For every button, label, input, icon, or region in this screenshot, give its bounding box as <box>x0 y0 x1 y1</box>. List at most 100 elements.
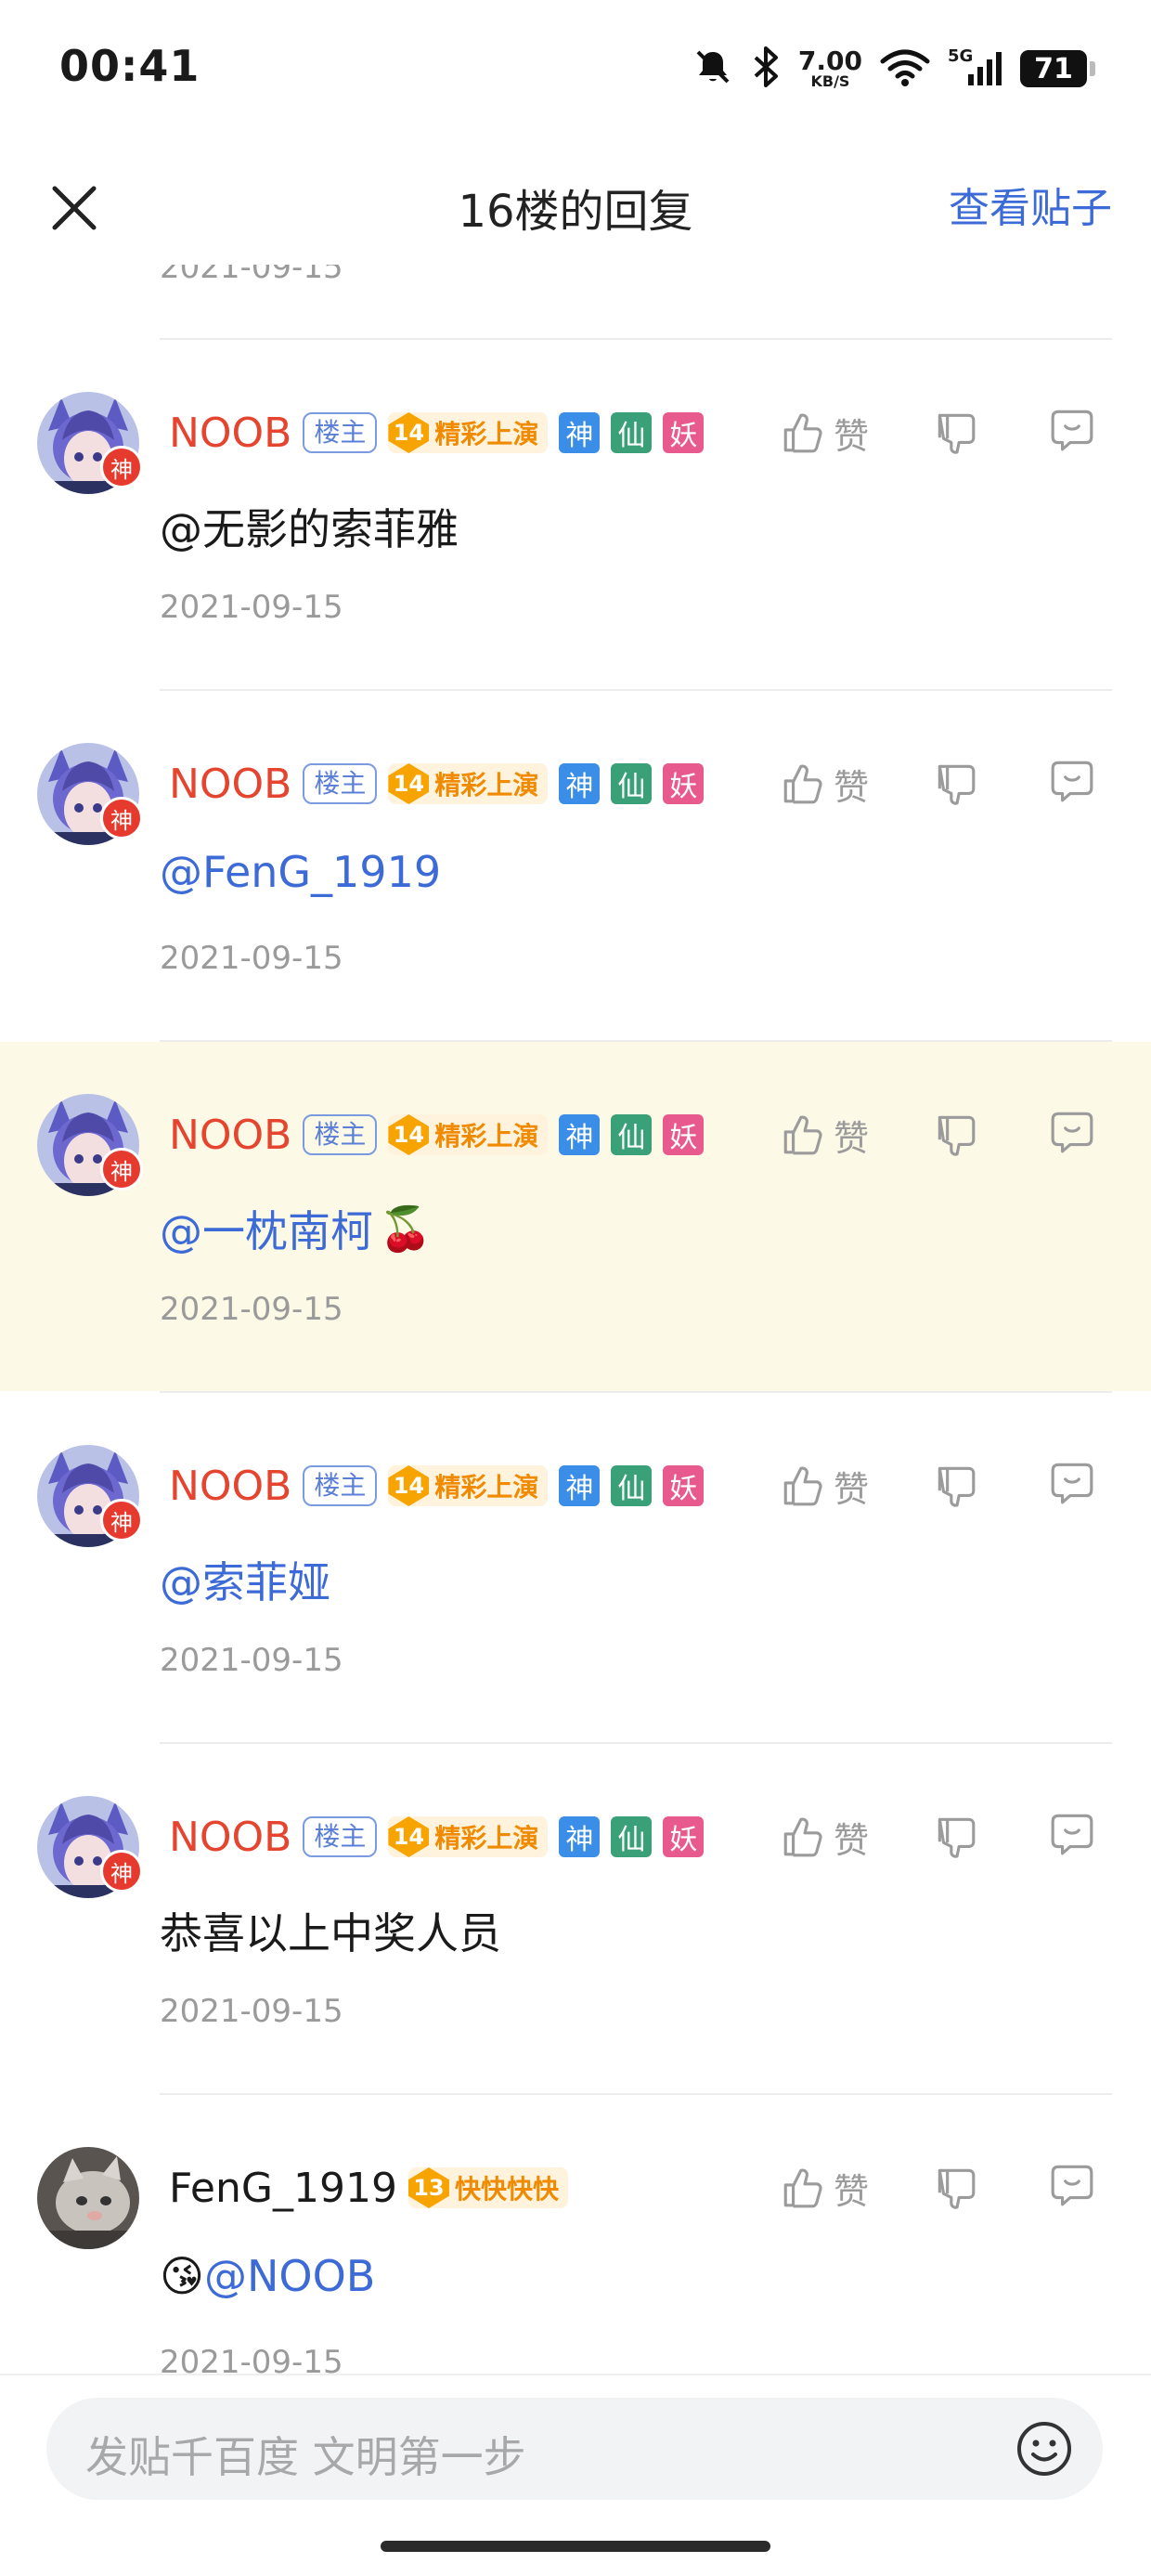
level-badge: 14 精彩上演 <box>388 1465 549 1506</box>
reply-content: 😘 @NOOB <box>160 2251 375 2301</box>
thumbs-down-icon <box>932 1463 978 1509</box>
reply-date: 2021-09-15 <box>160 1642 343 1679</box>
reply-item[interactable]: 神 NOOB 楼主 14 精彩上演 神 仙 妖 赞 @无影的索菲雅 2021-09… <box>0 340 1151 689</box>
thumbs-up-icon <box>780 410 826 456</box>
tag-xian: 仙 <box>611 1114 653 1155</box>
tag-yao: 妖 <box>663 763 705 804</box>
thumbs-down-icon <box>932 410 978 456</box>
username[interactable]: NOOB <box>169 1463 291 1510</box>
reply-date: 2021-09-15 <box>160 940 343 977</box>
username[interactable]: NOOB <box>169 1814 291 1861</box>
comment-icon <box>1049 1459 1095 1505</box>
louzhu-badge: 楼主 <box>303 1816 378 1857</box>
tag-yao: 妖 <box>663 1816 705 1857</box>
level-badge: 13 快快快快 <box>407 2167 568 2208</box>
avatar-badge: 神 <box>100 1148 143 1190</box>
reply-feed[interactable]: 2021-09-15 神 NOOB 楼主 14 精彩上演 神 仙 妖 赞 @无影的… <box>0 0 1151 2377</box>
thumbs-down-icon <box>932 2165 978 2211</box>
dislike-button[interactable] <box>932 405 978 461</box>
level-badge: 14 精彩上演 <box>388 412 549 453</box>
thumbs-down-icon <box>932 761 978 807</box>
user-line: NOOB 楼主 14 精彩上演 神 仙 妖 <box>169 405 705 461</box>
reply-button[interactable] <box>1049 2156 1095 2212</box>
louzhu-badge: 楼主 <box>303 1465 378 1506</box>
thumbs-down-icon <box>932 1112 978 1158</box>
like-button[interactable]: 赞 <box>780 1107 869 1163</box>
reply-button[interactable] <box>1049 752 1095 808</box>
dislike-button[interactable] <box>932 756 978 812</box>
like-button[interactable]: 赞 <box>780 2160 869 2216</box>
reply-item[interactable]: 神 NOOB 楼主 14 精彩上演 神 仙 妖 赞 恭喜以上中奖人员 2021-0… <box>0 1744 1151 2093</box>
post-input[interactable]: 发贴千百度 文明第一步 <box>46 2398 1103 2500</box>
mention-link[interactable]: @一枕南柯 <box>160 1198 373 1259</box>
tag-xian: 仙 <box>611 412 653 453</box>
like-button[interactable]: 赞 <box>780 756 869 812</box>
emoji-button[interactable] <box>1014 2418 1075 2479</box>
thumbs-up-icon <box>780 1112 826 1158</box>
like-button[interactable]: 赞 <box>780 405 869 461</box>
louzhu-badge: 楼主 <box>303 763 378 804</box>
user-line: NOOB 楼主 14 精彩上演 神 仙 妖 <box>169 1107 705 1163</box>
reply-date: 2021-09-15 <box>160 1291 343 1328</box>
tag-shen: 神 <box>559 1114 601 1155</box>
tag-yao: 妖 <box>663 1465 705 1506</box>
reply-button[interactable] <box>1049 1805 1095 1861</box>
thumbs-up-icon <box>780 2165 826 2211</box>
mention-link[interactable]: @NOOB <box>204 2251 375 2301</box>
dislike-button[interactable] <box>932 1809 978 1865</box>
reply-item-highlighted[interactable]: 神 NOOB 楼主 14 精彩上演 神 仙 妖 赞 @一枕南柯 🍒 2021-09-… <box>0 1042 1151 1391</box>
reply-content: 恭喜以上中奖人员 <box>160 1908 501 1958</box>
mention-link[interactable]: @索菲娅 <box>160 1549 330 1610</box>
comment-icon <box>1049 1810 1095 1856</box>
reply-date: 2021-09-15 <box>160 589 343 626</box>
avatar-badge: 神 <box>100 1499 143 1542</box>
reply-content: @索菲娅 <box>160 1549 330 1610</box>
post-input-placeholder: 发贴千百度 文明第一步 <box>85 2432 526 2482</box>
reply-item[interactable]: 神 NOOB 楼主 14 精彩上演 神 仙 妖 赞 @索菲娅 2021-09-15 <box>0 1393 1151 1742</box>
tag-xian: 仙 <box>611 1465 653 1506</box>
user-line: NOOB 楼主 14 精彩上演 神 仙 妖 <box>169 1458 705 1514</box>
tag-yao: 妖 <box>663 412 705 453</box>
reply-button[interactable] <box>1049 401 1095 457</box>
thumbs-up-icon <box>780 761 826 807</box>
bottom-bar: 发贴千百度 文明第一步 <box>0 2374 1151 2576</box>
tag-shen: 神 <box>559 1816 601 1857</box>
view-post-link[interactable]: 查看贴子 <box>949 175 1112 234</box>
username[interactable]: NOOB <box>169 761 291 808</box>
level-badge: 14 精彩上演 <box>388 1114 549 1155</box>
home-indicator[interactable] <box>381 2541 770 2552</box>
reply-date: 2021-09-15 <box>160 2344 343 2377</box>
reply-content: @无影的索菲雅 <box>160 504 459 554</box>
level-badge: 14 精彩上演 <box>388 763 549 804</box>
thumbs-up-icon <box>780 1463 826 1509</box>
louzhu-badge: 楼主 <box>303 1114 378 1155</box>
reply-content: @一枕南柯 🍒 <box>160 1198 432 1259</box>
comment-icon <box>1049 757 1095 803</box>
username[interactable]: NOOB <box>169 1112 291 1159</box>
like-button[interactable]: 赞 <box>780 1809 869 1865</box>
tag-xian: 仙 <box>611 1816 653 1857</box>
comment-icon <box>1049 406 1095 452</box>
tag-shen: 神 <box>559 763 601 804</box>
username[interactable]: NOOB <box>169 410 291 457</box>
like-button[interactable]: 赞 <box>780 1458 869 1514</box>
reply-item[interactable]: FenG_1919 13 快快快快 赞 😘 @NOOB 2021-09-15 <box>0 2095 1151 2377</box>
dislike-button[interactable] <box>932 2160 978 2216</box>
smiley-icon <box>1017 2422 1071 2476</box>
tag-xian: 仙 <box>611 763 653 804</box>
tag-shen: 神 <box>559 412 601 453</box>
user-line: FenG_1919 13 快快快快 <box>169 2160 568 2216</box>
username[interactable]: FenG_1919 <box>169 2165 397 2212</box>
avatar[interactable] <box>37 2147 139 2249</box>
level-badge: 14 精彩上演 <box>388 1816 549 1857</box>
dislike-button[interactable] <box>932 1458 978 1514</box>
reply-button[interactable] <box>1049 1103 1095 1159</box>
nav-header: 16楼的回复 查看贴子 <box>0 139 1151 265</box>
reply-item[interactable]: 神 NOOB 楼主 14 精彩上演 神 仙 妖 赞 @FenG_1919 2021… <box>0 691 1151 1040</box>
reply-button[interactable] <box>1049 1454 1095 1510</box>
mention-link[interactable]: @FenG_1919 <box>160 847 441 897</box>
user-line: NOOB 楼主 14 精彩上演 神 仙 妖 <box>169 756 705 812</box>
kiss-emoji: 😘 <box>160 2251 204 2301</box>
reply-date: 2021-09-15 <box>160 1993 343 2030</box>
dislike-button[interactable] <box>932 1107 978 1163</box>
